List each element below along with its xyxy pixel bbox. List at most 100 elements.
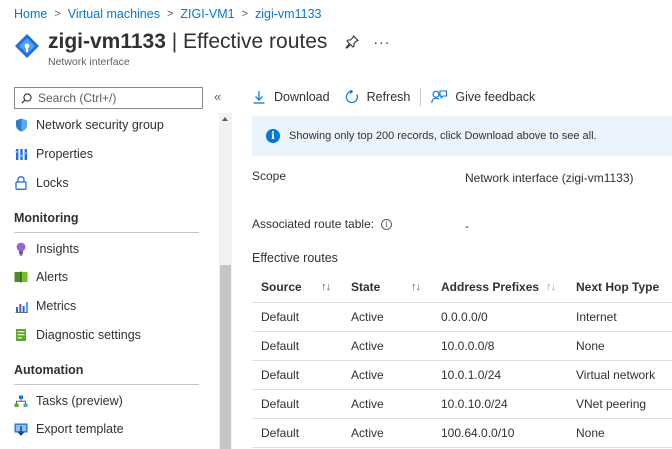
download-icon	[253, 91, 265, 104]
sidebar-item-properties[interactable]: Properties	[14, 142, 204, 166]
section-title-monitoring: Monitoring	[14, 211, 79, 225]
refresh-label: Refresh	[366, 90, 411, 104]
column-header-next-hop-type[interactable]: Next Hop Type	[567, 272, 672, 303]
column-header-label: Address Prefixes	[441, 279, 540, 294]
diagnostic-settings-icon	[14, 328, 28, 342]
network-interface-icon	[15, 34, 39, 58]
cell-next-hop-type: VNet peering	[567, 389, 672, 419]
refresh-icon	[345, 90, 358, 104]
sort-icon[interactable]: ↑↓	[546, 281, 556, 293]
scroll-up-arrow-icon[interactable]	[222, 117, 228, 121]
table-row: Default Active 10.0.1.0/24 Virtual netwo…	[252, 360, 672, 390]
cell-source: Default	[252, 360, 342, 390]
chevron-right-icon: >	[54, 8, 61, 20]
command-bar: Download Refresh Give feedback	[252, 85, 535, 109]
sidebar-item-label: Diagnostic settings	[36, 328, 141, 342]
sidebar-item-label: Metrics	[36, 299, 77, 313]
give-feedback-button[interactable]: Give feedback	[431, 90, 535, 104]
refresh-button[interactable]: Refresh	[345, 90, 411, 104]
cell-address-prefix: 100.64.0.0/10	[432, 418, 567, 448]
cell-source: Default	[252, 302, 342, 332]
section-divider	[14, 384, 199, 385]
column-header-address-prefixes[interactable]: Address Prefixes ↑↓	[432, 272, 567, 303]
resource-type: Network interface	[48, 56, 130, 68]
sidebar-item-diagnostic-settings[interactable]: Diagnostic settings	[14, 323, 204, 347]
export-template-icon	[14, 422, 28, 436]
sidebar-item-label: Network security group	[36, 118, 164, 132]
sort-icon[interactable]: ↑↓	[411, 281, 421, 293]
sidebar-item-insights[interactable]: Insights	[14, 237, 204, 261]
cell-state: Active	[342, 389, 432, 419]
sidebar-item-export-template[interactable]: Export template	[14, 417, 204, 441]
alerts-icon	[14, 270, 28, 284]
section-title-automation: Automation	[14, 363, 84, 377]
section-divider	[14, 232, 199, 233]
breadcrumb-virtual-machines[interactable]: Virtual machines	[68, 7, 160, 21]
associated-route-table-label: Associated route table: i	[252, 217, 393, 231]
download-label: Download	[274, 90, 330, 104]
page-title: zigi-vm1133 | Effective routes	[48, 30, 327, 54]
pin-icon[interactable]	[345, 35, 360, 49]
cell-state: Active	[342, 331, 432, 361]
breadcrumb: Home > Virtual machines > ZIGI-VM1 > zig…	[14, 6, 321, 22]
sidebar-item-label: Locks	[36, 176, 69, 190]
scope-label: Scope	[252, 169, 287, 183]
column-header-state[interactable]: State ↑↓	[342, 272, 432, 303]
info-icon: i	[266, 129, 280, 143]
download-button[interactable]: Download	[252, 90, 330, 104]
page-header: zigi-vm1133 | Effective routes ··· Netwo…	[14, 30, 390, 72]
cell-next-hop-type: Virtual network	[567, 360, 672, 390]
sidebar-item-label: Export template	[36, 422, 124, 436]
cell-next-hop-type: None	[567, 331, 672, 361]
sidebar-item-label: Tasks (preview)	[36, 394, 123, 408]
resource-name: zigi-vm1133	[48, 30, 166, 53]
effective-routes-title: Effective routes	[252, 251, 338, 265]
sidebar-item-metrics[interactable]: Metrics	[14, 294, 204, 318]
chevron-right-icon: >	[166, 8, 174, 20]
sidebar-item-label: Insights	[36, 242, 80, 256]
search-box[interactable]	[14, 87, 203, 109]
properties-icon	[14, 147, 28, 161]
column-header-label: State	[351, 279, 381, 294]
column-header-source[interactable]: Source ↑↓	[252, 272, 342, 303]
table-row: Default Active 0.0.0.0/0 Internet	[252, 302, 672, 332]
column-header-label: Source	[261, 279, 302, 294]
column-header-label: Next Hop Type	[576, 279, 660, 294]
sidebar: « Network security group Properties Lock…	[0, 82, 233, 449]
sidebar-item-tasks-preview[interactable]: Tasks (preview)	[14, 389, 204, 413]
associated-route-table-label-text: Associated route table:	[252, 217, 375, 231]
info-banner-text: Showing only top 200 records, click Down…	[289, 130, 597, 142]
scrollbar-thumb[interactable]	[220, 265, 231, 449]
sidebar-item-label: Properties	[36, 147, 93, 161]
search-input[interactable]	[38, 91, 188, 105]
effective-routes-table: Source ↑↓ State ↑↓ Address Prefixes ↑↓ Next…	[252, 272, 672, 448]
collapse-sidebar-button[interactable]: «	[214, 89, 221, 104]
breadcrumb-home[interactable]: Home	[14, 7, 47, 21]
info-banner: i Showing only top 200 records, click Do…	[252, 116, 672, 156]
breadcrumb-vm[interactable]: ZIGI-VM1	[180, 7, 234, 21]
table-header-row: Source ↑↓ State ↑↓ Address Prefixes ↑↓ Next…	[252, 272, 672, 303]
tasks-icon	[14, 394, 28, 408]
sort-icon[interactable]: ↑↓	[321, 281, 331, 293]
sidebar-scrollbar[interactable]	[219, 113, 232, 449]
table-row: Default Active 100.64.0.0/10 None	[252, 418, 672, 448]
metrics-icon	[14, 299, 28, 313]
table-row: Default Active 10.0.10.0/24 VNet peering	[252, 389, 672, 419]
sidebar-item-alerts[interactable]: Alerts	[14, 265, 204, 289]
sidebar-item-locks[interactable]: Locks	[14, 171, 204, 195]
give-feedback-label: Give feedback	[455, 90, 536, 104]
more-options-button[interactable]: ···	[373, 34, 390, 50]
shield-icon	[14, 118, 28, 132]
cell-source: Default	[252, 331, 342, 361]
cell-next-hop-type: None	[567, 418, 672, 448]
scope-value: Network interface (zigi-vm1133)	[465, 171, 634, 185]
toolbar-divider	[420, 88, 422, 106]
cell-address-prefix: 10.0.0.0/8	[432, 331, 567, 361]
cell-next-hop-type: Internet	[567, 302, 672, 332]
cell-state: Active	[342, 360, 432, 390]
feedback-icon	[431, 90, 448, 104]
sidebar-item-network-security-group[interactable]: Network security group	[14, 113, 204, 137]
breadcrumb-nic[interactable]: zigi-vm1133	[255, 7, 321, 21]
cell-source: Default	[252, 418, 342, 448]
info-tooltip-icon[interactable]: i	[381, 218, 393, 230]
